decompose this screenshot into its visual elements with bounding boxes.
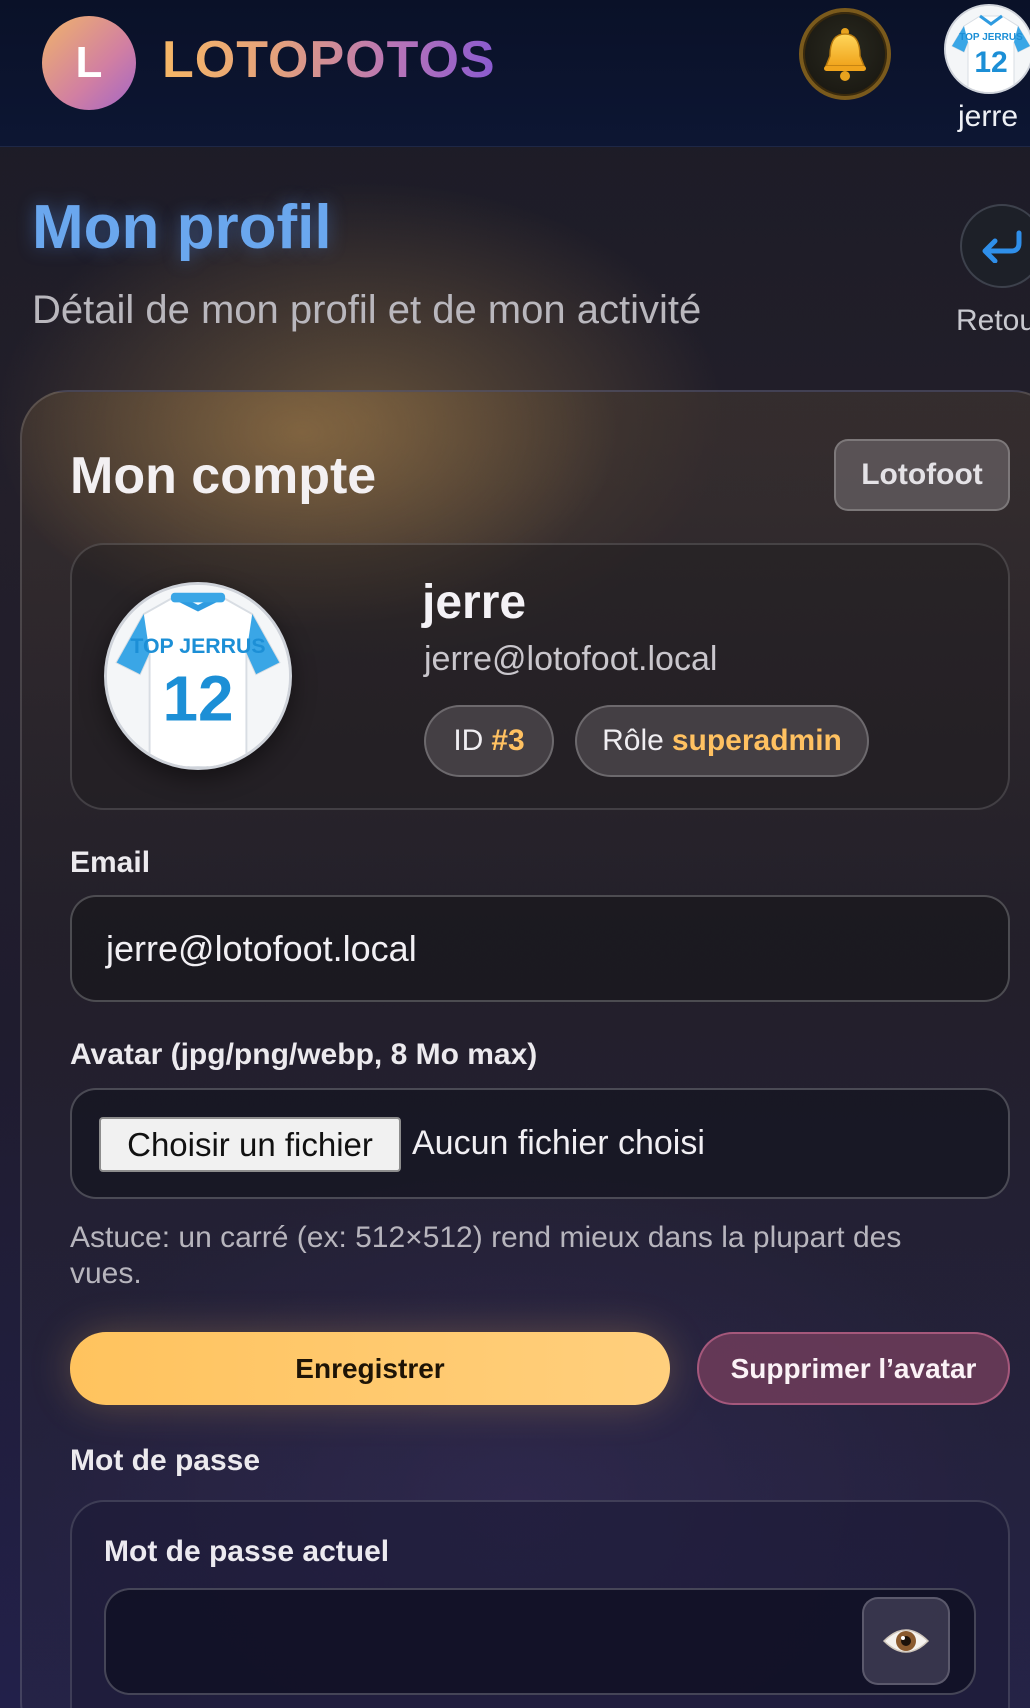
id-label: ID (453, 724, 484, 757)
id-value: #3 (491, 724, 525, 757)
jersey-number: 12 (162, 663, 233, 735)
logo-letter: L (75, 38, 103, 87)
avatar-label: Avatar (jpg/png/webp, 8 Mo max) (70, 1038, 538, 1071)
back-button[interactable] (960, 204, 1030, 288)
brand-name[interactable]: LOTOPOTOS (162, 30, 496, 90)
account-title: Mon compte (70, 447, 377, 505)
back-label[interactable]: Retour (956, 304, 1030, 338)
file-status: Aucun fichier choisi (412, 1124, 705, 1162)
return-arrow-icon (982, 230, 1022, 263)
top-bar: L LOTOPOTOS TOP JERRUS 12 jerre (0, 0, 1030, 147)
avatar-hint: Astuce: un carré (ex: 512×512) rend mieu… (70, 1221, 902, 1290)
role-label: Rôle (602, 724, 664, 757)
jersey-number: 12 (974, 46, 1007, 79)
id-badge: ID #3 (424, 705, 554, 777)
toggle-password-visibility-button[interactable] (862, 1597, 950, 1685)
email-field[interactable]: jerre@lotofoot.local (70, 895, 1010, 1002)
page-subtitle: Détail de mon profil et de mon activité (32, 288, 702, 332)
password-section-label: Mot de passe (70, 1444, 261, 1477)
top-username[interactable]: jerre (958, 100, 1018, 134)
role-value: superadmin (671, 724, 842, 757)
jersey-text: TOP JERRUS (959, 32, 1023, 43)
jersey-text: TOP JERRUS (130, 634, 265, 658)
user-avatar[interactable]: TOP JERRUS 12 (944, 4, 1030, 94)
jersey-icon: TOP JERRUS 12 (946, 6, 1030, 92)
eye-icon (882, 1629, 930, 1653)
page-title: Mon profil (32, 193, 332, 262)
delete-avatar-button[interactable]: Supprimer l’avatar (697, 1332, 1010, 1405)
notifications-button[interactable] (799, 8, 891, 100)
email-value: jerre@lotofoot.local (106, 927, 417, 969)
jersey-icon: TOP JERRUS 12 (107, 585, 289, 767)
current-password-field[interactable] (104, 1588, 976, 1695)
app-badge: Lotofoot (834, 439, 1010, 511)
save-button[interactable]: Enregistrer (70, 1332, 670, 1405)
profile-avatar: TOP JERRUS 12 (104, 582, 292, 770)
profile-name: jerre (422, 576, 527, 629)
bell-icon (824, 28, 866, 81)
current-password-label: Mot de passe actuel (104, 1535, 390, 1568)
role-badge: Rôle superadmin (575, 705, 869, 777)
choose-file-button[interactable]: Choisir un fichier (99, 1117, 401, 1172)
email-label: Email (70, 846, 151, 879)
profile-email: jerre@lotofoot.local (424, 640, 718, 678)
logo-icon[interactable]: L (42, 16, 136, 110)
